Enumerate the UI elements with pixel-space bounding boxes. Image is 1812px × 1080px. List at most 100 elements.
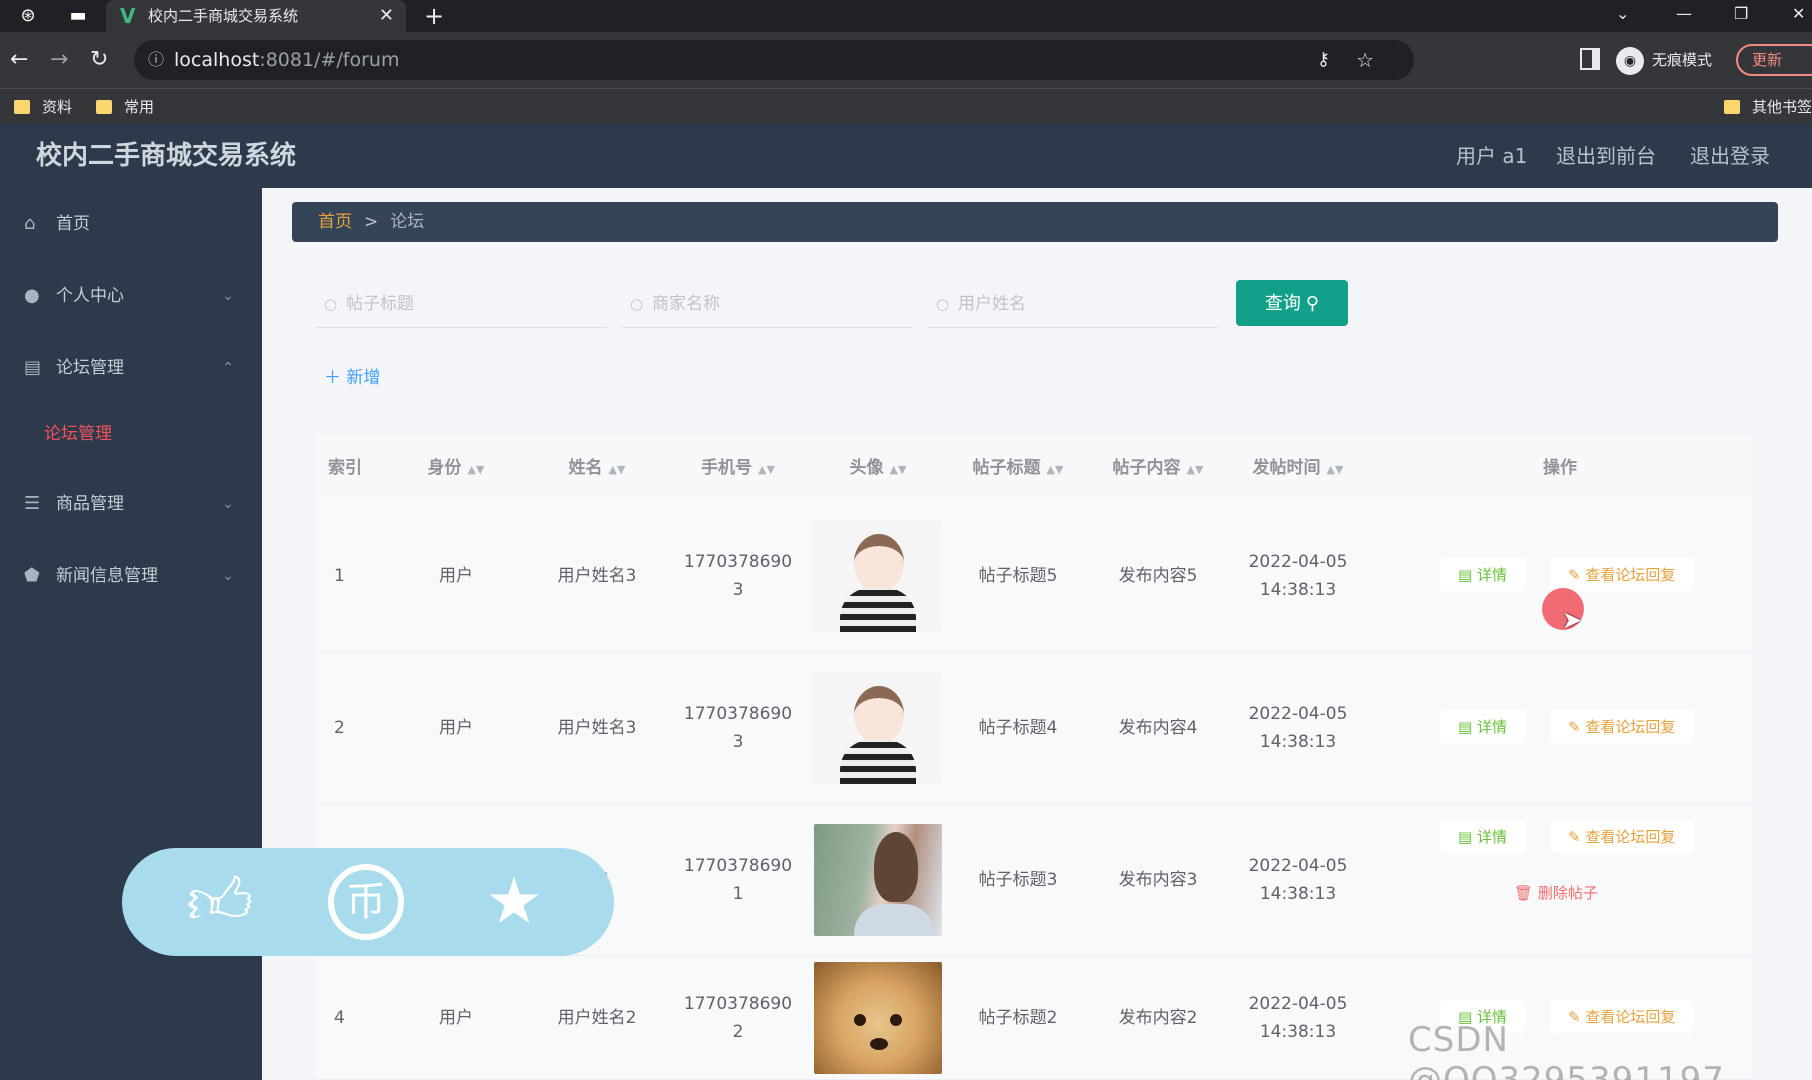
merchant-name-input[interactable]: [652, 294, 892, 314]
cell-post-title: 帖子标题3: [978, 869, 1058, 890]
watermark: CSDN @QQ3295391197: [1408, 1020, 1725, 1080]
tab-list-chevron-icon[interactable]: ⌄: [1616, 0, 1629, 28]
browser-tab[interactable]: V 校内二手商城交易系统 ✕: [106, 0, 406, 32]
merchant-name-search-field[interactable]: ○: [622, 280, 912, 328]
column-header-post-time[interactable]: 发帖时间 ▲▼: [1228, 436, 1368, 500]
current-user-label: 用户 a1: [1456, 144, 1528, 168]
delete-post-button[interactable]: 🗑 删除帖子: [1514, 882, 1598, 903]
sort-icon[interactable]: ▲▼: [1187, 463, 1204, 476]
back-to-front-link[interactable]: 退出到前台: [1556, 124, 1656, 188]
column-header-phone[interactable]: 手机号 ▲▼: [668, 436, 808, 500]
sort-icon[interactable]: ▲▼: [609, 463, 626, 476]
user-icon: ●: [24, 285, 40, 306]
logout-link[interactable]: 退出登录: [1690, 124, 1770, 188]
detail-label: 详情: [1476, 718, 1507, 736]
edit-icon: ✎: [1568, 718, 1581, 736]
sort-icon[interactable]: ▲▼: [1327, 463, 1344, 476]
incognito-indicator[interactable]: ◉ 无痕模式: [1616, 44, 1712, 76]
chevron-down-icon: ⌄: [222, 288, 234, 304]
column-header-name[interactable]: 姓名 ▲▼: [526, 436, 668, 500]
thumbs-up-icon[interactable]: 👍︎: [182, 864, 258, 940]
post-date: 2022-04-05: [1248, 855, 1348, 876]
query-button[interactable]: 查询 ⚲: [1236, 280, 1348, 326]
mouse-pointer-icon: ➤: [1562, 606, 1583, 634]
browser-menu-icon[interactable]: ⊛: [16, 4, 40, 28]
reply-label: 查看论坛回复: [1585, 566, 1676, 584]
view-replies-button[interactable]: ✎ 查看论坛回复: [1550, 820, 1694, 853]
coin-icon[interactable]: 币: [328, 864, 404, 940]
add-label: 新增: [346, 368, 381, 388]
home-icon: ⌂: [24, 213, 36, 234]
sidebar-item-home[interactable]: ⌂ 首页: [0, 196, 262, 252]
post-title-input[interactable]: [346, 294, 586, 314]
column-header-post-content[interactable]: 帖子内容 ▲▼: [1088, 436, 1228, 500]
detail-button[interactable]: ▤ 详情: [1440, 558, 1525, 591]
delete-label: 删除帖子: [1537, 884, 1598, 902]
cell-name: 用户姓名3: [557, 717, 637, 738]
bookmark-folder-ziliao[interactable]: 资料: [14, 89, 72, 125]
column-header-index: 索引: [316, 436, 386, 500]
chevron-down-icon: ⌄: [222, 568, 234, 584]
cell-avatar: [808, 804, 948, 955]
app-header: 校内二手商城交易系统 用户 a1 退出到前台 退出登录: [0, 124, 1812, 188]
cell-phone: 1770378690 2: [668, 956, 808, 1079]
search-icon: ⚲: [1305, 293, 1320, 313]
cell-post-title: 帖子标题4: [978, 717, 1058, 738]
sort-icon[interactable]: ▲▼: [890, 463, 907, 476]
cell-post-time: 2022-04-05 14:38:13: [1228, 804, 1368, 955]
sidebar-item-goods-management[interactable]: ☰ 商品管理 ⌄: [0, 476, 262, 532]
close-tab-icon[interactable]: ✕: [379, 0, 394, 32]
post-date: 2022-04-05: [1248, 703, 1348, 724]
restore-icon[interactable]: ❐: [1734, 0, 1748, 28]
header-label: 帖子内容: [1112, 458, 1181, 478]
user-name-input[interactable]: [958, 294, 1198, 314]
view-replies-button[interactable]: ✎ 查看论坛回复: [1550, 558, 1694, 591]
user-name-search-field[interactable]: ○: [928, 280, 1218, 328]
sort-icon[interactable]: ▲▼: [1047, 463, 1064, 476]
detail-button[interactable]: ▤ 详情: [1440, 820, 1525, 853]
cell-index: 1: [334, 565, 345, 586]
header-label: 发帖时间: [1252, 458, 1321, 478]
sidebar-item-forum-management[interactable]: ▤ 论坛管理 ⌃: [0, 340, 262, 396]
tab-search-icon[interactable]: ▬: [66, 4, 90, 28]
cell-role: 用户: [439, 1007, 473, 1028]
site-info-icon[interactable]: ⓘ: [148, 40, 164, 80]
shield-icon: ⬟: [24, 565, 40, 586]
sidebar-item-personal-center[interactable]: ● 个人中心 ⌄: [0, 268, 262, 324]
add-button[interactable]: ＋ 新增: [324, 366, 380, 390]
bookmark-folder-other[interactable]: 其他书签: [1724, 89, 1812, 125]
cell-name: 用户姓名2: [557, 1007, 637, 1028]
close-window-icon[interactable]: ✕: [1792, 0, 1805, 28]
breadcrumb-current: 论坛: [390, 212, 425, 232]
sidebar-subitem-forum-management[interactable]: 论坛管理: [0, 406, 262, 462]
view-replies-button[interactable]: ✎ 查看论坛回复: [1550, 710, 1694, 743]
column-header-avatar[interactable]: 头像 ▲▼: [808, 436, 948, 500]
query-label: 查询: [1264, 293, 1301, 313]
update-button[interactable]: 更新: [1736, 44, 1812, 76]
avatar-girl-photo: [814, 823, 942, 936]
cell-post-content: 发布内容5: [1118, 565, 1198, 586]
detail-button[interactable]: ▤ 详情: [1440, 710, 1525, 743]
sort-icon[interactable]: ▲▼: [758, 463, 775, 476]
url-bar[interactable]: ⓘ localhost:8081/#/forum ⚷ ☆: [134, 40, 1414, 80]
side-panel-icon[interactable]: [1580, 48, 1600, 70]
breadcrumb-home[interactable]: 首页: [318, 212, 352, 232]
column-header-post-title[interactable]: 帖子标题 ▲▼: [948, 436, 1088, 500]
minimize-icon[interactable]: —: [1676, 0, 1692, 28]
column-header-role[interactable]: 身份 ▲▼: [386, 436, 526, 500]
bookmark-star-icon[interactable]: ☆: [1356, 40, 1374, 80]
star-icon[interactable]: ★: [476, 864, 552, 940]
new-tab-icon[interactable]: +: [424, 0, 444, 32]
post-title-search-field[interactable]: ○: [316, 280, 606, 328]
cell-phone: 1770378690 3: [668, 652, 808, 803]
sort-icon[interactable]: ▲▼: [468, 463, 485, 476]
sidebar-item-news-management[interactable]: ⬟ 新闻信息管理 ⌄: [0, 548, 262, 604]
back-icon[interactable]: ←: [10, 46, 28, 74]
cell-index: 2: [334, 717, 345, 738]
password-key-icon[interactable]: ⚷: [1317, 40, 1330, 80]
bookmark-folder-changyong[interactable]: 常用: [96, 89, 154, 125]
forward-icon[interactable]: →: [50, 46, 68, 74]
header-label: 操作: [1543, 458, 1577, 478]
edit-icon: ✎: [1568, 566, 1581, 584]
reload-icon[interactable]: ↻: [90, 46, 108, 74]
